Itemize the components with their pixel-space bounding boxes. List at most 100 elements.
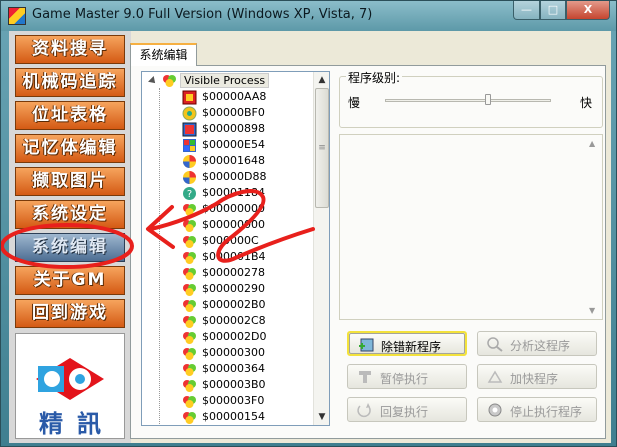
sidebar-item-back-to-game[interactable]: 回到游戏 [15,299,125,328]
expand-icon[interactable] [167,348,173,358]
expand-icon[interactable] [167,92,173,102]
process-icon [183,236,196,248]
speed-up-button[interactable]: 加快程序 [477,364,597,389]
tree-item-process[interactable]: $00000AA8 [142,89,312,105]
tree-item-process[interactable]: $00001648 [142,153,312,169]
scroll-down-icon[interactable]: ▼ [314,409,329,425]
stop-process-button[interactable]: 停止执行程序 [477,397,597,422]
resume-icon [357,403,371,418]
expand-icon[interactable] [167,412,173,422]
maximize-button[interactable]: □ [540,1,566,20]
expand-icon[interactable] [167,380,173,390]
expand-icon[interactable] [167,188,173,198]
debug-new-process-button[interactable]: 除错新程序 [347,331,467,356]
expand-icon[interactable] [167,268,173,278]
tree-item-process[interactable]: $000002C8 [142,313,312,329]
scroll-thumb[interactable]: ≡ [315,88,329,208]
tree-item-process[interactable]: $00000154 [142,409,312,425]
logo-mark-icon [34,356,106,402]
expand-icon[interactable] [167,220,173,230]
resume-button[interactable]: 回复执行 [347,397,467,422]
tree-scrollbar[interactable]: ▲ ≡ ▼ [313,72,329,425]
expand-icon[interactable] [167,156,173,166]
tree-item-label: $00000000 [202,202,265,215]
expand-icon[interactable] [167,316,173,326]
process-icon [183,220,196,232]
tree-item-process[interactable]: $00000278 [142,265,312,281]
tree-item-process[interactable]: $00000E54 [142,137,312,153]
process-detail-list[interactable]: ▲ ▼ [339,134,603,320]
tree-item-process[interactable]: $000000C [142,233,312,249]
process-icon [183,348,196,360]
expand-icon[interactable] [167,172,173,182]
process-icon [183,364,196,376]
sidebar-item-capture-image[interactable]: 撷取图片 [15,167,125,196]
list-scroll-up-icon[interactable]: ▲ [589,139,595,148]
expand-icon[interactable] [167,364,173,374]
tree-item-process[interactable]: $000001B4 [142,249,312,265]
tree-item-process[interactable]: $000003B0 [142,377,312,393]
windows-icon [183,139,196,152]
app-icon-red [182,90,197,105]
expand-icon[interactable] [167,284,173,294]
tree-item-process[interactable]: $000002B0 [142,297,312,313]
tab-system-edit[interactable]: 系统编辑 [130,43,197,66]
process-icon [183,396,196,408]
sidebar-item-memory-edit[interactable]: 记忆体编辑 [15,134,125,163]
expand-icon[interactable] [167,124,173,134]
expand-icon[interactable] [167,396,173,406]
tree-item-process[interactable]: $00000D88 [142,169,312,185]
tree-item-label: $00000290 [202,282,265,295]
sidebar-item-about[interactable]: 关于GM [15,266,125,295]
expand-icon[interactable] [167,140,173,150]
tree-item-process[interactable]: $00000898 [142,121,312,137]
tree-item-label: $00000000 [202,218,265,231]
list-scroll-down-icon[interactable]: ▼ [589,306,595,315]
expand-icon[interactable] [167,252,173,262]
svg-text:?: ? [187,189,192,200]
colorball-icon [183,155,196,168]
tree-item-process[interactable]: $00000290 [142,281,312,297]
pause-label: 暂停执行 [380,372,429,386]
title-bar[interactable]: Game Master 9.0 Full Version (Windows XP… [1,1,616,31]
analyze-process-label: 分析这程序 [510,339,571,353]
sidebar-item-code-trace[interactable]: 机械码追踪 [15,68,125,97]
minimize-button[interactable]: — [513,1,540,20]
tree-item-process[interactable]: $00000364 [142,361,312,377]
analyze-icon [487,337,503,352]
tree-item-label: $00001648 [202,154,265,167]
tree-item-process[interactable]: $00000300 [142,345,312,361]
scroll-up-icon[interactable]: ▲ [314,72,329,88]
tree-item-process[interactable]: $00000000 [142,201,312,217]
close-button[interactable]: X [566,1,610,20]
expand-icon[interactable] [167,300,173,310]
expand-icon[interactable] [167,236,173,246]
process-icon [183,380,196,392]
list-scrollbar[interactable]: ▲ ▼ [586,135,602,319]
tree-item-process[interactable]: $00000BF0 [142,105,312,121]
tree-item-process[interactable]: ? $00001184 [142,185,312,201]
app-icon-blue [182,122,197,137]
tree-item-label: $000003F0 [202,394,265,407]
sidebar-item-system-settings[interactable]: 系统设定 [15,200,125,229]
window-title: Game Master 9.0 Full Version (Windows XP… [32,7,373,22]
sidebar-item-system-edit[interactable]: 系统编辑 [15,233,125,262]
priority-slider-thumb[interactable] [485,94,491,105]
priority-slider[interactable] [385,99,551,102]
analyze-process-button[interactable]: 分析这程序 [477,331,597,356]
tree-item-process[interactable]: $00000000 [142,217,312,233]
expand-icon[interactable] [167,108,173,118]
pause-button[interactable]: 暂停执行 [347,364,467,389]
expand-icon[interactable] [167,204,173,214]
process-icon [183,268,196,280]
sidebar-item-address-table[interactable]: 位址表格 [15,101,125,130]
sidebar-item-search[interactable]: 资料搜寻 [15,35,125,64]
tree-item-label: $00000898 [202,122,265,135]
expand-icon[interactable] [167,332,173,342]
tree-item-process[interactable]: $000002D0 [142,329,312,345]
tree-root-label: Visible Process [180,73,270,88]
collapse-icon[interactable] [148,76,158,86]
process-tree[interactable]: Visible Process $00000AA8 $00000BF0 $00000… [141,71,330,426]
tree-item-label: $000002D0 [202,330,267,343]
tree-item-process[interactable]: $000003F0 [142,393,312,409]
